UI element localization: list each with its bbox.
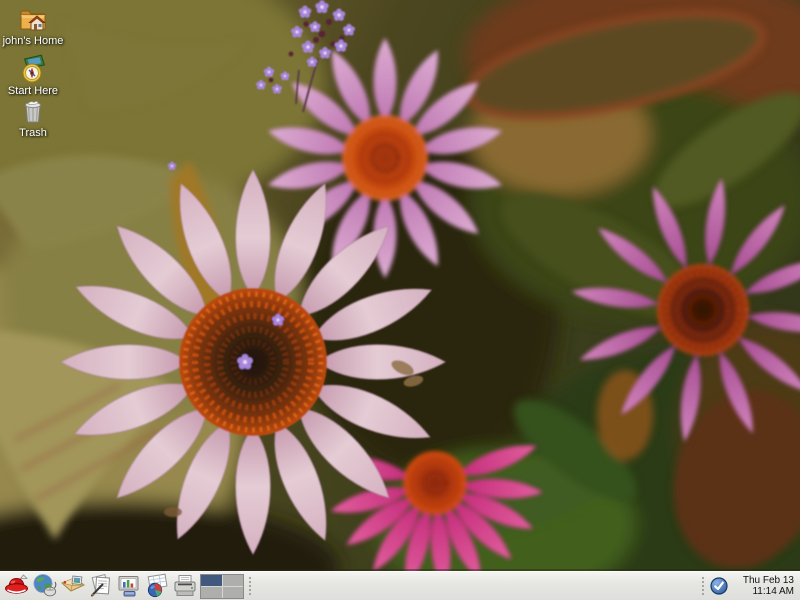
pie-sheet-icon <box>144 573 170 599</box>
spreadsheet-launcher[interactable] <box>143 573 171 600</box>
printer-icon <box>172 573 198 599</box>
desktop-icon-label: john's Home <box>0 35 66 47</box>
desktop-icon-start-here[interactable]: Start Here <box>0 54 66 97</box>
documents-pen-icon <box>88 573 114 599</box>
desktop-icon-label: Trash <box>0 127 66 139</box>
email-launcher[interactable] <box>59 573 87 600</box>
wallpaper-image <box>0 0 800 600</box>
workspace-1[interactable] <box>201 575 222 586</box>
clock-applet[interactable]: Thu Feb 13 11:14 AM <box>734 575 794 597</box>
monitor-chart-icon <box>116 573 142 599</box>
desktop-root: john's Home Start Here Trash <box>0 0 800 600</box>
word-processor-launcher[interactable] <box>87 573 115 600</box>
main-menu-button[interactable] <box>3 573 31 600</box>
presentation-launcher[interactable] <box>115 573 143 600</box>
web-browser-launcher[interactable] <box>31 573 59 600</box>
red-hat-icon <box>4 573 30 599</box>
desktop-icon-home[interactable]: john's Home <box>0 4 66 47</box>
print-manager-launcher[interactable] <box>171 573 199 600</box>
update-notification[interactable] <box>708 573 730 600</box>
start-here-icon <box>18 54 48 84</box>
clock-date: Thu Feb 13 <box>734 575 794 586</box>
workspace-4[interactable] <box>223 587 244 598</box>
clock-time: 11:14 AM <box>734 586 794 597</box>
workspace-2[interactable] <box>223 575 244 586</box>
update-check-icon <box>710 577 728 595</box>
panel-drag-handle[interactable] <box>247 575 253 597</box>
envelope-photo-icon <box>60 573 86 599</box>
notification-area-handle[interactable] <box>700 575 706 597</box>
desktop-icon-trash[interactable]: Trash <box>0 96 66 139</box>
home-folder-icon <box>18 4 48 34</box>
globe-mouse-icon <box>32 573 58 599</box>
workspace-switcher <box>200 574 244 599</box>
trash-icon <box>18 96 48 126</box>
workspace-3[interactable] <box>201 587 222 598</box>
taskbar-panel: Thu Feb 13 11:14 AM <box>0 571 800 600</box>
